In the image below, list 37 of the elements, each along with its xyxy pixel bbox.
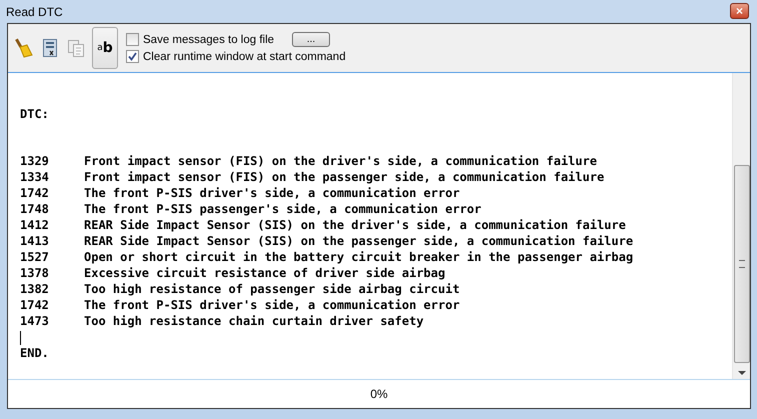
- dtc-description: Too high resistance of passenger side airbag circuit: [84, 281, 460, 297]
- dtc-code: 1329: [20, 153, 50, 169]
- output-footer: END.: [20, 345, 732, 361]
- text-format-toggle[interactable]: $^{a}$b: [92, 27, 118, 69]
- dtc-code: 1382: [20, 281, 50, 297]
- dtc-description: The front P-SIS passenger's side, a communication error: [84, 201, 482, 217]
- dtc-description: The front P-SIS driver's side, a communication error: [84, 297, 460, 313]
- dtc-code: 1412: [20, 217, 50, 233]
- dtc-code: 1473: [20, 313, 50, 329]
- dtc-code: 1742: [20, 185, 50, 201]
- dtc-description: REAR Side Impact Sensor (SIS) on the passenger side, a communication failure: [84, 233, 634, 249]
- dtc-description: Open or short circuit in the battery circuit breaker in the passenger airbag: [84, 249, 634, 265]
- dtc-code: 1413: [20, 233, 50, 249]
- dtc-description: Front impact sensor (FIS) on the driver's side, a communication failure: [84, 153, 597, 169]
- text-cursor: [20, 331, 21, 345]
- dtc-description: REAR Side Impact Sensor (SIS) on the driver's side, a communication failure: [84, 217, 626, 233]
- copy-icon: [68, 40, 84, 56]
- dtc-description: The front P-SIS driver's side, a communication error: [84, 185, 460, 201]
- dtc-code: 1748: [20, 201, 50, 217]
- dtc-description: Excessive circuit resistance of driver side airbag: [84, 265, 446, 281]
- dtc-code: 1334: [20, 169, 50, 185]
- dtc-code: 1378: [20, 265, 50, 281]
- dtc-code: 1742: [20, 297, 50, 313]
- dtc-description: Too high resistance chain curtain driver safety: [84, 313, 424, 329]
- scrollbar[interactable]: [732, 73, 750, 379]
- output-heading: DTC:: [20, 106, 50, 122]
- dtc-description: Front impact sensor (FIS) on the passenger side, a communication failure: [84, 169, 604, 185]
- checkbox-label: Clear runtime window at start command: [143, 50, 346, 62]
- progress-text: 0%: [370, 387, 388, 401]
- checkbox[interactable]: [126, 33, 139, 46]
- broom-icon: [15, 38, 33, 58]
- checkbox[interactable]: [126, 50, 139, 63]
- checkbox-label: Save messages to log file: [143, 34, 274, 46]
- dtc-code: 1527: [20, 249, 50, 265]
- browse-button[interactable]: ...: [292, 32, 330, 47]
- document-icon: [43, 39, 57, 57]
- window-title: Read DTC: [6, 4, 63, 18]
